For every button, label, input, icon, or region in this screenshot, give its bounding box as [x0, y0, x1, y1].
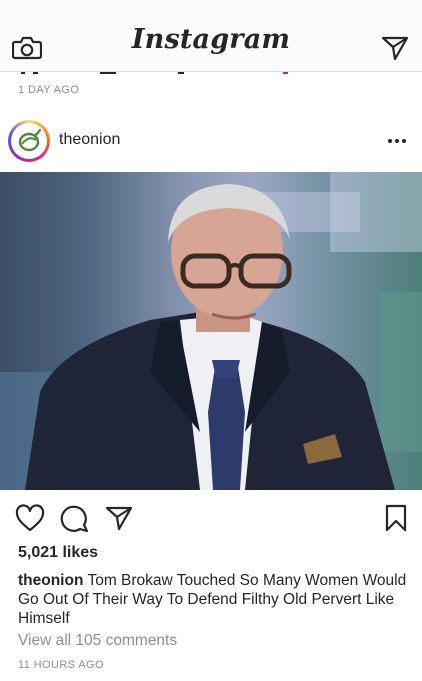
post-caption: theonion Tom Brokaw Touched So Many Wome…: [18, 571, 408, 628]
post-timestamp: 11 HOURS AGO: [18, 659, 104, 671]
bookmark-icon[interactable]: [385, 504, 407, 532]
comment-icon[interactable]: [60, 504, 90, 532]
post-photo[interactable]: [0, 172, 422, 490]
previous-post-caption-fragment: [0, 72, 422, 78]
post-header: theonion: [0, 117, 422, 165]
likes-count[interactable]: 5,021 likes: [18, 544, 98, 562]
avatar[interactable]: [8, 120, 50, 162]
previous-post-timestamp: 1 DAY AGO: [18, 84, 80, 96]
paper-plane-icon[interactable]: [381, 35, 409, 61]
share-paper-plane-icon[interactable]: [105, 505, 133, 531]
heart-icon[interactable]: [15, 504, 45, 532]
more-options-icon[interactable]: [387, 138, 407, 144]
view-all-comments-link[interactable]: View all 105 comments: [18, 632, 177, 650]
instagram-logo-text[interactable]: Instagram: [0, 24, 422, 55]
top-nav-bar: Instagram: [0, 0, 422, 72]
caption-username[interactable]: theonion: [18, 572, 83, 589]
onion-logo: [18, 128, 42, 152]
portrait-illustration: [0, 172, 422, 490]
post-username[interactable]: theonion: [59, 131, 120, 149]
